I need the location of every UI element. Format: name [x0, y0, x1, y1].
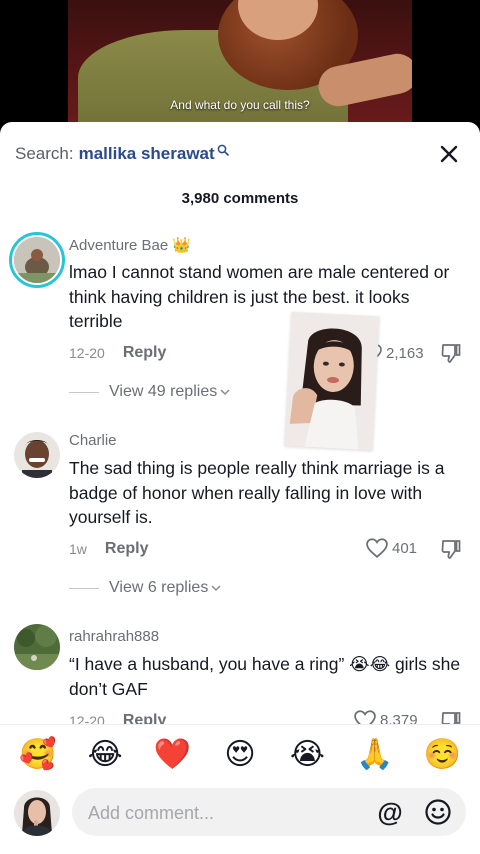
pip-person-image [284, 311, 380, 451]
chevron-down-icon [211, 584, 221, 591]
emoji-crying-button[interactable]: 😭 [285, 739, 329, 770]
dislike-icon[interactable] [440, 538, 462, 560]
heart-icon [366, 538, 388, 558]
avatar-image [14, 237, 60, 283]
comment-meta: 1w Reply [69, 540, 148, 558]
video-subtitle: And what do you call this? [170, 98, 310, 112]
emoji-smiling-hearts-button[interactable]: 🥰 [16, 739, 60, 770]
comment-text: “I have a husband, you have a ring” 😭😂 g… [69, 654, 461, 699]
search-prefix: Search: [15, 144, 74, 163]
comment-input-bar: Add comment... @ [0, 784, 480, 854]
avatar-image [14, 432, 60, 478]
view-replies-button[interactable]: View 49 replies [69, 383, 230, 401]
emoji-pray-button[interactable]: 🙏 [353, 739, 397, 770]
like-count: 401 [392, 539, 418, 557]
search-icon [217, 144, 229, 156]
comment-count: 3,980 comments [181, 190, 299, 207]
emoji-quick-bar: 🥰 😂 ❤️ 😍 😭 🙏 ☺️ [0, 724, 480, 784]
comment-text: lmao I cannot stand women are male cente… [69, 262, 450, 331]
divider-line [69, 587, 99, 589]
view-replies-label: View 49 replies [109, 383, 218, 400]
comment-text: The sad thing is people really think mar… [69, 458, 445, 527]
close-icon[interactable] [437, 142, 461, 166]
video-player[interactable]: And what do you call this? [0, 0, 480, 130]
emoji-smile-button[interactable]: ☺️ [420, 739, 464, 770]
emoji-heart-eyes-button[interactable]: 😍 [218, 739, 262, 770]
like-button[interactable]: 401 [366, 538, 417, 558]
search-term-link[interactable]: mallika sherawat [79, 144, 215, 164]
chevron-down-icon [220, 388, 230, 395]
avatar-image [14, 624, 60, 670]
comment-username[interactable]: Adventure Bae 👑 [69, 236, 191, 254]
search-header[interactable]: Search: mallika sherawat [15, 142, 465, 166]
divider-line [69, 391, 99, 393]
dislike-icon[interactable] [440, 342, 462, 364]
pip-video-overlay[interactable] [284, 311, 380, 451]
like-count: 2,163 [386, 344, 424, 362]
comment-date: 1w [69, 541, 87, 557]
avatar[interactable] [14, 237, 60, 283]
comment-input[interactable]: Add comment... @ [72, 788, 466, 836]
my-avatar[interactable] [14, 790, 60, 836]
comment-username[interactable]: rahrahrah888 [69, 628, 159, 645]
comment-placeholder: Add comment... [88, 803, 215, 823]
comment-meta: 12-20 Reply [69, 344, 166, 362]
emoji-picker-icon[interactable] [424, 798, 452, 826]
my-avatar-image [14, 790, 60, 836]
emoji-tears-of-joy-button[interactable]: 😂 [83, 739, 127, 770]
reply-button[interactable]: Reply [105, 540, 149, 558]
mention-at-button[interactable]: @ [376, 798, 404, 826]
emoji-red-heart-button[interactable]: ❤️ [151, 739, 195, 770]
comment-date: 12-20 [69, 345, 105, 361]
view-replies-label: View 6 replies [109, 579, 209, 596]
reply-button[interactable]: Reply [123, 344, 167, 362]
comment-username[interactable]: Charlie [69, 432, 117, 449]
avatar[interactable] [14, 624, 60, 670]
view-replies-button[interactable]: View 6 replies [69, 579, 221, 597]
avatar[interactable] [14, 432, 60, 478]
